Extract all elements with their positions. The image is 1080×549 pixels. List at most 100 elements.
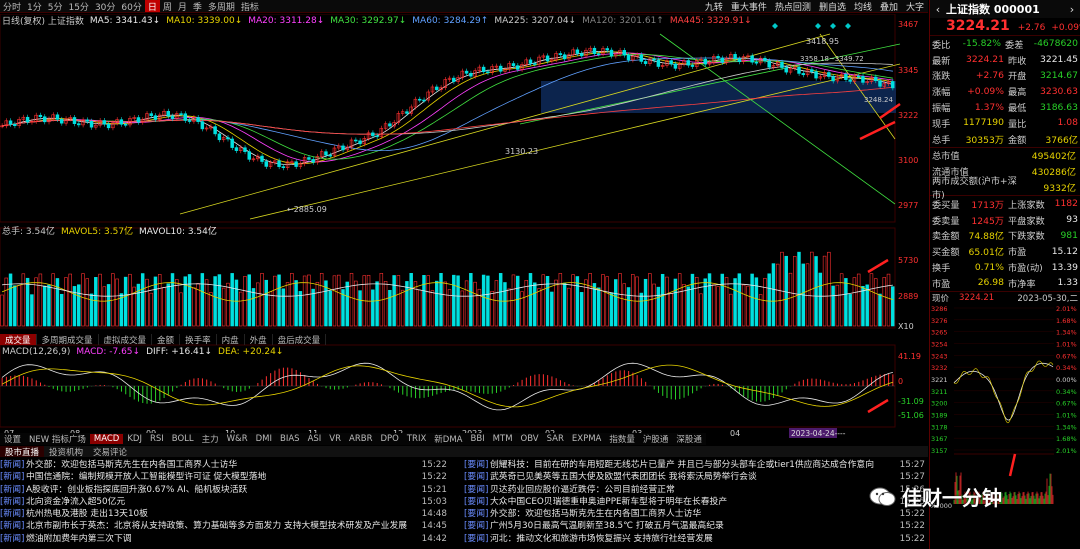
volume-tab-3[interactable]: 金额 bbox=[152, 334, 181, 345]
indicator-tab-4[interactable]: RSI bbox=[146, 434, 168, 444]
period-tab-9[interactable]: 季 bbox=[190, 0, 205, 13]
volume-tab-2[interactable]: 虚拟成交量 bbox=[99, 334, 153, 345]
indicator-tab-14[interactable]: TRIX bbox=[403, 434, 430, 444]
indicator-tab-21[interactable]: 指数量 bbox=[605, 433, 639, 445]
period-tab-2[interactable]: 5分 bbox=[45, 0, 66, 13]
period-tab-5[interactable]: 60分 bbox=[118, 0, 144, 13]
news-item[interactable]: [要闻] 贝达药业回应股价逼近跌停：公司目前经营正常 15:26 bbox=[464, 484, 928, 496]
news-title[interactable]: 广州5月30日最高气温刷新至38.5℃ 打破五月气温最高纪录 bbox=[490, 520, 898, 532]
indicator-tab-3[interactable]: KDJ bbox=[123, 434, 146, 444]
indicator-tab-8[interactable]: DMI bbox=[252, 434, 276, 444]
news-item[interactable]: [要闻] 创耀科技：目前在研的车用短距无线芯片已量产 并且已与部分头部车企或tie… bbox=[464, 459, 928, 471]
volume-bar bbox=[51, 273, 55, 327]
indicator-tab-12[interactable]: ARBR bbox=[345, 434, 376, 444]
period-tab-11[interactable]: 指标 bbox=[238, 0, 262, 13]
indicator-tab-0[interactable]: 设置 bbox=[0, 433, 25, 445]
news-item[interactable]: [要闻] 广州5月30日最高气温刷新至38.5℃ 打破五月气温最高纪录 15:22 bbox=[464, 520, 928, 532]
volume-bar bbox=[302, 275, 307, 327]
back-icon[interactable]: ‹ bbox=[930, 3, 946, 16]
volume-bar bbox=[439, 273, 443, 327]
indicator-tab-22[interactable]: 沪股通 bbox=[639, 433, 673, 445]
indicator-tab-2[interactable]: MACD bbox=[89, 434, 124, 444]
news-title[interactable]: 贝达药业回应股价逼近跌停：公司目前经营正常 bbox=[490, 484, 898, 496]
news-title[interactable]: 北向资金净流入超50亿元 bbox=[26, 496, 420, 508]
indicator-tab-16[interactable]: BBI bbox=[467, 434, 489, 444]
volume-bar bbox=[763, 277, 767, 327]
volume-tab-5[interactable]: 内盘 bbox=[217, 334, 245, 345]
volume-tab-6[interactable]: 外盘 bbox=[245, 334, 273, 345]
period-tab-0[interactable]: 分时 bbox=[0, 0, 24, 13]
indicator-tab-10[interactable]: ASI bbox=[304, 434, 326, 444]
indicator-tab-23[interactable]: 深股通 bbox=[672, 433, 706, 445]
volume-bar bbox=[392, 275, 396, 327]
period-tab-10[interactable]: 多周期 bbox=[205, 0, 238, 13]
news-item[interactable]: [新闻] 外交部：欢迎包括马斯克先生在内各国工商界人士访华 15:22 bbox=[0, 459, 450, 471]
news-item[interactable]: [新闻] 杭州热电及港股 走出13天10板 14:48 bbox=[0, 508, 450, 520]
news-item[interactable]: [新闻] A股收评：创业板指探底回升涨0.67% AI、船机板块活跃 15:21 bbox=[0, 484, 450, 496]
period-tab-7[interactable]: 周 bbox=[160, 0, 175, 13]
news-item[interactable]: [新闻] 中国信通院：编制规模开放人工智能模型许可证 促大模型落地 15:22 bbox=[0, 471, 450, 483]
candle-body bbox=[579, 53, 584, 57]
indicator-tab-11[interactable]: VR bbox=[325, 434, 345, 444]
news-item[interactable]: [要闻] 外交部：欢迎包括马斯克先生在内各国工商界人士访华 15:22 bbox=[464, 508, 928, 520]
volume-bar bbox=[481, 274, 486, 327]
toolbar-tool-5[interactable]: 叠加 bbox=[876, 0, 902, 13]
news-title[interactable]: 河北：推动文化和旅游市场恢复振兴 支持旅行社经营发展 bbox=[490, 533, 898, 545]
news-title[interactable]: 武英奇已见美英等五国大使及欧盟代表团团长 我将索沃局势举行会谈 bbox=[490, 471, 898, 483]
news-tab-0[interactable]: 股市直播 bbox=[0, 446, 45, 457]
news-item[interactable]: [新闻] 燃油附加费年内第三次下调 14:42 bbox=[0, 533, 450, 545]
volume-tab-1[interactable]: 多周期成交量 bbox=[37, 334, 99, 345]
volume-tab-4[interactable]: 换手率 bbox=[180, 334, 217, 345]
indicator-tab-15[interactable]: 新DMA bbox=[430, 433, 466, 445]
toolbar-tool-2[interactable]: 热点回测 bbox=[771, 0, 815, 13]
indicator-tab-18[interactable]: OBV bbox=[517, 434, 543, 444]
period-tab-4[interactable]: 30分 bbox=[92, 0, 118, 13]
indicator-tab-13[interactable]: DPO bbox=[376, 434, 402, 444]
news-title[interactable]: 北京市副市长于英杰：北京将从支持政策、算力基础等多方面发力 支持大模型技术研发及… bbox=[26, 520, 420, 532]
news-title[interactable]: 杭州热电及港股 走出13天10板 bbox=[26, 508, 420, 520]
news-title[interactable]: 大众中国CEO贝瑞德重申奥迪PPE新车型将于明年在长春投产 bbox=[490, 496, 898, 508]
mini-right-axis: 1.01% bbox=[1056, 340, 1077, 348]
news-title[interactable]: A股收评：创业板指探底回升涨0.67% AI、船机板块活跃 bbox=[26, 484, 420, 496]
indicator-tab-7[interactable]: W&R bbox=[223, 434, 252, 444]
forward-icon[interactable]: › bbox=[1064, 3, 1080, 16]
news-tab-2[interactable]: 交易评论 bbox=[88, 446, 132, 458]
indicator-tab-1[interactable]: NEW 指标广场 bbox=[25, 433, 90, 445]
indicator-tab-6[interactable]: 主力 bbox=[198, 433, 223, 445]
indicator-tab-20[interactable]: EXPMA bbox=[568, 434, 605, 444]
news-item[interactable]: [要闻] 武英奇已见美英等五国大使及欧盟代表团团长 我将索沃局势举行会谈 15:27 bbox=[464, 471, 928, 483]
toolbar-tool-6[interactable]: 大字 bbox=[902, 0, 928, 13]
volume-tab-0[interactable]: 成交量 bbox=[0, 334, 37, 345]
news-tab-1[interactable]: 投资机构 bbox=[44, 446, 88, 458]
indicator-tab-5[interactable]: BOLL bbox=[168, 434, 198, 444]
indicator-tab-19[interactable]: SAR bbox=[543, 434, 568, 444]
news-item[interactable]: [新闻] 北向资金净流入超50亿元 15:03 bbox=[0, 496, 450, 508]
volume-bar bbox=[413, 281, 418, 327]
news-title[interactable]: 中国信通院：编制规模开放人工智能模型许可证 促大模型落地 bbox=[26, 471, 420, 483]
news-item[interactable]: [要闻] 河北：推动文化和旅游市场恢复振兴 支持旅行社经营发展 15:22 bbox=[464, 533, 928, 545]
volume-bar bbox=[264, 279, 269, 327]
volume-bar bbox=[622, 283, 626, 327]
indicator-tab-9[interactable]: BIAS bbox=[276, 434, 304, 444]
candle-body bbox=[622, 50, 626, 56]
news-title[interactable]: 外交部：欢迎包括马斯克先生在内各国工商界人士访华 bbox=[26, 459, 420, 471]
news-item[interactable]: [要闻] 大众中国CEO贝瑞德重申奥迪PPE新车型将于明年在长春投产 15:25 bbox=[464, 496, 928, 508]
period-tab-3[interactable]: 15分 bbox=[65, 0, 91, 13]
period-tab-6[interactable]: 日 bbox=[144, 0, 160, 12]
news-title[interactable]: 燃油附加费年内第三次下调 bbox=[26, 533, 420, 545]
candle-body bbox=[652, 58, 656, 61]
news-title[interactable]: 外交部：欢迎包括马斯克先生在内各国工商界人士访华 bbox=[490, 508, 898, 520]
period-tab-8[interactable]: 月 bbox=[175, 0, 190, 13]
period-tab-1[interactable]: 1分 bbox=[24, 0, 45, 13]
news-title[interactable]: 创耀科技：目前在研的车用短距无线芯片已量产 并且已与部分头部车企或tier1供应… bbox=[490, 459, 898, 471]
news-item[interactable]: [新闻] 北京市副市长于英杰：北京将从支持政策、算力基础等多方面发力 支持大模型技… bbox=[0, 520, 450, 532]
toolbar-tool-1[interactable]: 重大事件 bbox=[727, 0, 771, 13]
toolbar-tool-4[interactable]: 均线 bbox=[850, 0, 876, 13]
volume-tab-7[interactable]: 盘后成交量 bbox=[273, 334, 327, 345]
volume-bar bbox=[336, 274, 341, 327]
toolbar-tool-0[interactable]: 九转 bbox=[701, 0, 727, 13]
toolbar-tool-3[interactable]: 删自选 bbox=[815, 0, 850, 13]
indicator-tab-17[interactable]: MTM bbox=[489, 434, 517, 444]
volume-axis-label: 2889 bbox=[898, 292, 918, 301]
legend-item: DEA: +20.24↓ bbox=[218, 347, 284, 357]
